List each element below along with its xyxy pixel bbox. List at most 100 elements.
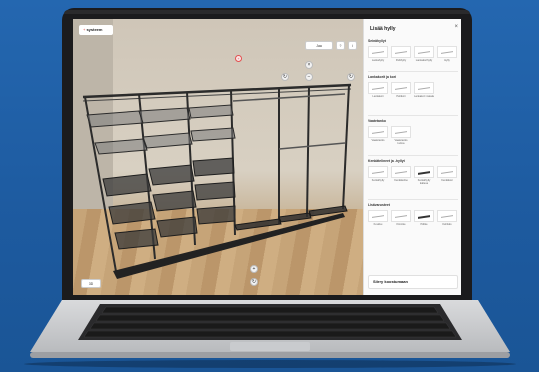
- view-mode-label: 3D: [88, 281, 94, 286]
- section-wall-shelves: Seinähyllyt Lankahylly Peltihylly Lankak…: [368, 39, 458, 62]
- share-label: Jaa: [316, 43, 322, 48]
- brand-logo[interactable]: + systeem: [79, 25, 113, 35]
- section-divider: [368, 71, 458, 72]
- basket-item[interactable]: Lankakori: [368, 82, 388, 98]
- item-thumbnail: [391, 82, 411, 94]
- laptop-screen: + systeem Jaa ? i + ↻ × − ↻ + ↻ 3D Lisää…: [73, 19, 461, 295]
- item-thumbnail: [391, 46, 411, 58]
- basket-item[interactable]: Lankakori matala: [414, 82, 434, 98]
- section-title: Seinähyllyt: [368, 39, 386, 43]
- item-thumbnail: [437, 166, 457, 178]
- close-selection-button[interactable]: ×: [305, 61, 313, 69]
- item-label: Lankakorihylly: [415, 59, 433, 62]
- item-label: Kenkäteline: [394, 179, 408, 182]
- item-thumbnail: [414, 210, 434, 222]
- item-thumbnail: [414, 82, 434, 94]
- section-divider: [368, 155, 458, 156]
- item-label: Kenkähylly kalteva: [417, 179, 431, 185]
- footer-label: Siirry koostumaan: [373, 279, 408, 284]
- section-divider: [368, 199, 458, 200]
- shoe-item[interactable]: Kenkähylly: [368, 166, 388, 185]
- sidebar-footer-button[interactable]: Siirry koostumaan: [368, 275, 458, 289]
- close-selection-label: ×: [307, 62, 311, 68]
- item-label: Kenkäkori: [441, 179, 453, 182]
- item-label: Vaatetanko kulma: [394, 139, 408, 145]
- shelf-item[interactable]: Lankahylly: [368, 46, 388, 62]
- item-thumbnail: [437, 210, 457, 222]
- item-label: Koukku: [373, 223, 383, 226]
- rod-item[interactable]: Vaatetanko: [368, 126, 388, 145]
- section-shoe-racks: Kenkätelineet ja -hyllyt Kenkähylly Kenk…: [368, 159, 458, 185]
- section-title: Vaatetanko: [368, 119, 386, 123]
- accessory-item[interactable]: Koukku: [368, 210, 388, 226]
- add-hotspot-label: +: [237, 56, 240, 61]
- help-label: ?: [339, 43, 342, 48]
- section-accessories: Lisävarusteet Koukku Kiinnike Pidike Keh…: [368, 203, 458, 226]
- add-hotspot[interactable]: +: [235, 55, 242, 62]
- laptop-shadow: [24, 360, 516, 368]
- rotate-left-button[interactable]: ↻: [281, 73, 289, 81]
- item-label: Kiinnike: [396, 223, 406, 226]
- accessory-item[interactable]: Kiinnike: [391, 210, 411, 226]
- section-divider: [368, 115, 458, 116]
- item-thumbnail: [391, 126, 411, 138]
- accessory-item[interactable]: Pidike: [414, 210, 434, 226]
- item-label: Lankakori: [372, 95, 384, 98]
- shoe-item[interactable]: Kenkäkori: [437, 166, 457, 185]
- item-label: Lankahylly: [371, 59, 385, 62]
- info-label: i: [352, 43, 353, 48]
- item-thumbnail: [391, 210, 411, 222]
- item-label: Peltikori: [396, 95, 406, 98]
- section-title: Lisävarusteet: [368, 203, 390, 207]
- rod-item[interactable]: Vaatetanko kulma: [391, 126, 411, 145]
- item-label: Kehikko: [442, 223, 452, 226]
- sidebar-close-icon[interactable]: ×: [454, 24, 458, 30]
- view-mode-toggle[interactable]: 3D: [81, 279, 101, 288]
- shoe-item[interactable]: Kenkähylly kalteva: [414, 166, 434, 185]
- shelf-item[interactable]: Lankakorihylly: [414, 46, 434, 62]
- item-label: Peltihylly: [395, 59, 407, 62]
- item-label: Kenkähylly: [371, 179, 385, 182]
- reset-view-button[interactable]: ↻: [250, 278, 258, 286]
- help-button[interactable]: ?: [336, 41, 345, 50]
- reset-view-label: ↻: [251, 279, 257, 285]
- rotate-left-label: ↻: [282, 74, 288, 80]
- shelf-item[interactable]: Hylly: [437, 46, 457, 62]
- item-thumbnail: [391, 166, 411, 178]
- item-thumbnail: [368, 82, 388, 94]
- shelf-sidebar: Lisää hylly × Seinähyllyt Lankahylly Pel…: [363, 19, 461, 295]
- share-button[interactable]: Jaa: [305, 41, 333, 50]
- zoom-out-button[interactable]: −: [305, 73, 313, 81]
- item-label: Hylly: [444, 59, 450, 62]
- zoom-in-label: +: [252, 266, 256, 272]
- basket-item[interactable]: Peltikori: [391, 82, 411, 98]
- item-thumbnail: [368, 126, 388, 138]
- zoom-out-label: −: [307, 74, 311, 80]
- item-thumbnail: [368, 210, 388, 222]
- rotate-right-button[interactable]: ↻: [347, 73, 355, 81]
- section-baskets: Lankakorit ja kori Lankakori Peltikori L…: [368, 75, 458, 98]
- item-thumbnail: [368, 46, 388, 58]
- shoe-item[interactable]: Kenkäteline: [391, 166, 411, 185]
- shelf-item[interactable]: Peltihylly: [391, 46, 411, 62]
- item-label: Vaatetanko: [371, 139, 385, 142]
- item-thumbnail: [437, 46, 457, 58]
- item-label: Lankakori matala: [414, 95, 434, 98]
- laptop-lid-edge: [64, 10, 470, 14]
- 3d-viewport[interactable]: + systeem Jaa ? i + ↻ × − ↻ + ↻ 3D: [73, 19, 363, 295]
- sidebar-title: Lisää hylly: [370, 26, 396, 32]
- shelving-system[interactable]: [73, 19, 363, 295]
- item-thumbnail: [368, 166, 388, 178]
- item-label: Pidike: [420, 223, 428, 226]
- section-rods: Vaatetanko Vaatetanko Vaatetanko kulma: [368, 119, 458, 145]
- item-thumbnail: [414, 46, 434, 58]
- item-thumbnail: [414, 166, 434, 178]
- section-title: Kenkätelineet ja -hyllyt: [368, 159, 405, 163]
- logo-brand-name: systeem: [86, 27, 103, 32]
- section-title: Lankakorit ja kori: [368, 75, 397, 79]
- laptop-base: [30, 300, 510, 358]
- zoom-in-button[interactable]: +: [250, 265, 258, 273]
- info-button[interactable]: i: [348, 41, 357, 50]
- accessory-item[interactable]: Kehikko: [437, 210, 457, 226]
- rotate-right-label: ↻: [348, 74, 354, 80]
